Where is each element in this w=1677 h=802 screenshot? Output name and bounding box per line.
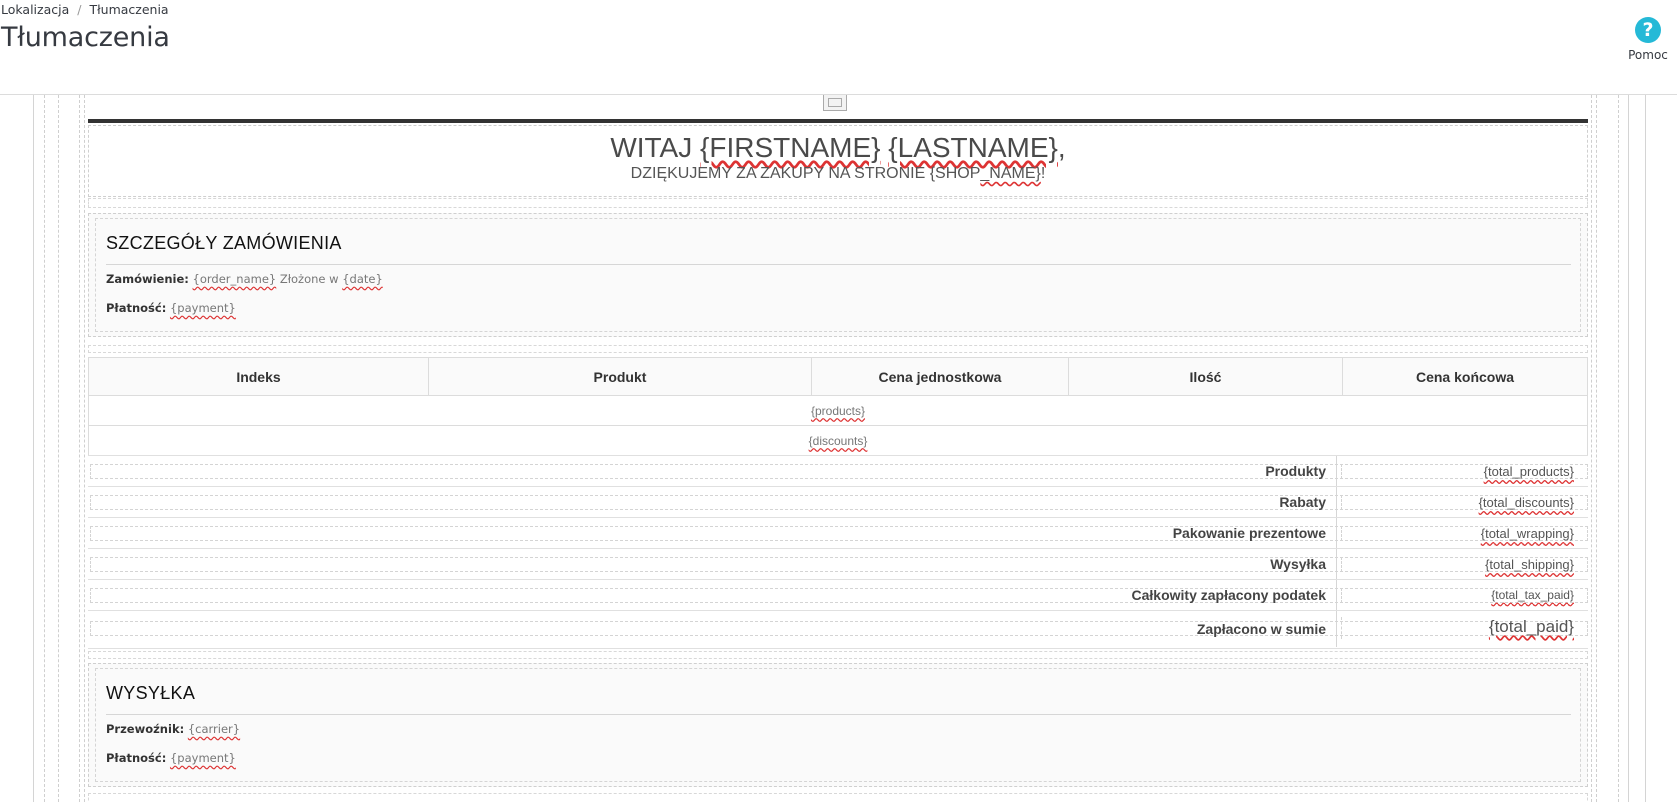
breadcrumb-item-lokalizacja[interactable]: Lokalizacja <box>1 2 69 17</box>
total-label: Pakowanie prezentowe <box>1172 525 1326 541</box>
total-value: {total_paid} <box>1488 617 1574 636</box>
payment-label: Płatność: <box>106 301 167 315</box>
total-label: Produkty <box>1265 463 1326 479</box>
page-title: Tłumaczenia <box>1 22 170 53</box>
products-table[interactable]: Indeks Produkt Cena jednostkowa Ilość Ce… <box>88 357 1588 456</box>
shop-logo-placeholder-icon[interactable] <box>823 95 847 111</box>
email-canvas: WITAJ {FIRSTNAME} {LASTNAME}, DZIĘKUJEMY… <box>88 95 1588 802</box>
table-row: {products} <box>88 395 1588 426</box>
carrier-label: Przewoźnik: <box>106 722 185 736</box>
editor-guide-line <box>84 95 85 802</box>
total-row-frame <box>1341 464 1342 479</box>
section-inner-frame <box>95 668 1581 782</box>
help-label: Pomoc <box>1628 48 1668 62</box>
shipping-section[interactable]: WYSYŁKA Przewoźnik: {carrier} Płatność: … <box>88 663 1588 787</box>
total-row-frame <box>1341 617 1342 639</box>
greeting-heading: WITAJ {FIRSTNAME} {LASTNAME}, <box>610 132 1066 163</box>
total-row-discounts: Rabaty {total_discounts} <box>88 486 1588 518</box>
total-value: {total_products} <box>1483 464 1574 479</box>
page-header: Lokalizacja / Tłumaczenia Tłumaczenia ? Po… <box>0 0 1677 95</box>
editor-guide-line <box>79 95 80 802</box>
editor-guide-line <box>33 95 34 802</box>
payment-variable: {payment} <box>169 301 236 315</box>
header-divider <box>88 119 1588 123</box>
breadcrumb-item-tlumaczenia[interactable]: Tłumaczenia <box>89 2 168 17</box>
editor-guide-line <box>1596 95 1597 802</box>
firstname-variable: {FIRSTNAME} <box>700 132 881 163</box>
total-row-products: Produkty {total_products} <box>88 455 1588 487</box>
total-value: {total_wrapping} <box>1480 526 1574 541</box>
total-row-frame <box>1341 557 1342 572</box>
col-header-cena-jednostkowa: Cena jednostkowa <box>811 357 1069 396</box>
carrier-line: Przewoźnik: {carrier} <box>106 722 240 736</box>
editor-guide-line <box>1591 95 1592 802</box>
order-details-section[interactable]: SZCZEGÓŁY ZAMÓWIENIA Zamówienie: {order_… <box>88 213 1588 337</box>
section-divider <box>106 264 1571 265</box>
total-row-frame <box>90 588 1588 603</box>
table-header-row: Indeks Produkt Cena jednostkowa Ilość Ce… <box>88 357 1588 396</box>
editor-guide-line <box>1645 95 1646 802</box>
payment-line: Płatność: {payment} <box>106 751 236 765</box>
shop-name-variable: _NAME} <box>980 165 1041 182</box>
shipping-title: WYSYŁKA <box>106 683 196 703</box>
question-circle-icon: ? <box>1635 17 1661 43</box>
total-value: {total_tax_paid} <box>1491 588 1574 602</box>
total-row-frame <box>90 495 1588 510</box>
total-row-frame <box>1341 526 1342 541</box>
total-row-frame <box>1341 495 1342 510</box>
total-label: Całkowity zapłacony podatek <box>1131 587 1327 603</box>
email-template-editor[interactable]: WITAJ {FIRSTNAME} {LASTNAME}, DZIĘKUJEMY… <box>0 95 1677 802</box>
order-details-title: SZCZEGÓŁY ZAMÓWIENIA <box>106 233 342 253</box>
col-header-cena-koncowa: Cena końcowa <box>1342 357 1588 396</box>
total-row-frame <box>90 621 1588 636</box>
breadcrumb-separator: / <box>77 2 82 17</box>
total-value: {total_shipping} <box>1485 557 1574 572</box>
editor-guide-line <box>1628 95 1629 802</box>
total-label: Rabaty <box>1279 494 1326 510</box>
col-header-ilosc: Ilość <box>1068 357 1343 396</box>
order-name-variable: {order_name} <box>192 272 277 286</box>
total-row-frame <box>90 464 1588 479</box>
spacer-block <box>88 793 1588 802</box>
col-header-produkt: Produkt <box>428 357 812 396</box>
help-button[interactable]: ? Pomoc <box>1620 17 1676 62</box>
placed-label: Złożone w <box>279 272 339 286</box>
order-label: Zamówienie: <box>106 272 189 286</box>
payment-variable: {payment} <box>169 751 236 765</box>
total-row-tax: Całkowity zapłacony podatek {total_tax_p… <box>88 579 1588 611</box>
products-variable: {products} <box>810 403 866 418</box>
spacer-block <box>88 345 1588 353</box>
spacer-block <box>88 198 1588 208</box>
date-variable: {date} <box>342 272 383 286</box>
breadcrumb: Lokalizacja / Tłumaczenia <box>1 2 169 17</box>
total-row-frame <box>1341 588 1342 603</box>
thanks-subheading: DZIĘKUJEMY ZA ZAKUPY NA STRONIE {SHOP_NA… <box>630 165 1046 182</box>
payment-line: Płatność: {payment} <box>106 301 236 315</box>
total-row-frame <box>90 526 1588 541</box>
table-row: {discounts} <box>88 425 1588 456</box>
section-divider <box>106 714 1571 715</box>
total-label: Zapłacono w sumie <box>1196 621 1326 637</box>
total-label: Wysyłka <box>1270 556 1326 572</box>
total-row-shipping: Wysyłka {total_shipping} <box>88 548 1588 580</box>
editor-guide-line <box>44 95 45 802</box>
total-row-wrapping: Pakowanie prezentowe {total_wrapping} <box>88 517 1588 549</box>
col-header-indeks: Indeks <box>88 357 429 396</box>
lastname-variable: {LASTNAME} <box>888 132 1058 163</box>
order-line: Zamówienie: {order_name} Złożone w {date… <box>106 272 383 286</box>
discounts-variable: {discounts} <box>808 433 868 448</box>
payment-label: Płatność: <box>106 751 167 765</box>
carrier-variable: {carrier} <box>187 722 241 736</box>
spacer-block <box>88 651 1588 659</box>
greeting-block[interactable]: WITAJ {FIRSTNAME} {LASTNAME}, DZIĘKUJEMY… <box>88 125 1588 197</box>
editor-guide-line <box>1618 95 1619 802</box>
total-value: {total_discounts} <box>1478 495 1574 510</box>
editor-guide-line <box>58 95 59 802</box>
total-row-paid: Zapłacono w sumie {total_paid} <box>88 610 1588 649</box>
total-row-frame <box>90 557 1588 572</box>
